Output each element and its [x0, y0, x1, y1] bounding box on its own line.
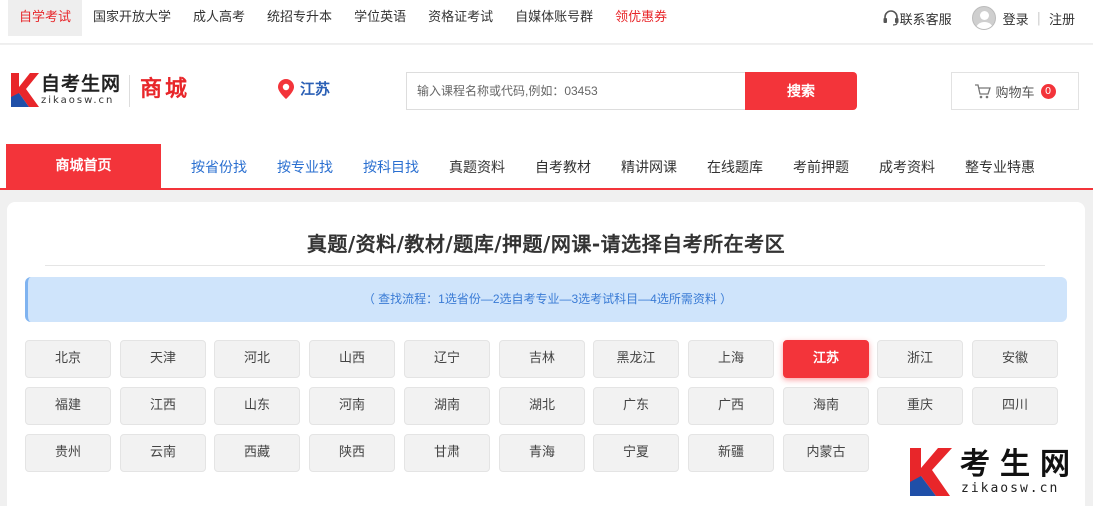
main-nav: 商城首页 按省份找 按专业找 按科目找 真题资料 自考教材 精讲网课 在线题库 考前押题 成考资…: [0, 144, 1093, 190]
province-button[interactable]: 浙江: [877, 340, 963, 378]
top-bar: 自学考试 国家开放大学 成人高考 统招专升本 学位英语 资格证考试 自媒体账号群 领优惠券 联…: [0, 0, 1093, 44]
mall-title: 商城: [140, 77, 191, 102]
province-button[interactable]: 安徽: [972, 340, 1058, 378]
customer-service-link[interactable]: 联系客服: [882, 9, 952, 28]
province-button[interactable]: 上海: [688, 340, 774, 378]
avatar[interactable]: [971, 6, 996, 30]
province-button[interactable]: 江西: [120, 387, 206, 425]
watermark-domain: zikaosw.cn: [961, 481, 1060, 496]
logo-domain: zikaosw.cn: [41, 95, 115, 106]
login-link[interactable]: 登录: [1003, 9, 1029, 28]
cart-button[interactable]: 购物车 0: [951, 72, 1079, 110]
province-button[interactable]: 甘肃: [404, 434, 490, 472]
province-label: 江苏: [300, 80, 331, 98]
top-links: 自学考试 国家开放大学 成人高考 统招专升本 学位英语 资格证考试 自媒体账号群 领优惠券: [8, 0, 678, 44]
province-button[interactable]: 北京: [25, 340, 111, 378]
cart-icon: [975, 83, 992, 98]
watermark-logo: 考生网 zikaosw.cn: [907, 448, 1087, 500]
province-button[interactable]: 新疆: [688, 434, 774, 472]
nav-item-7[interactable]: 考前押题: [778, 144, 864, 190]
province-button[interactable]: 四川: [972, 387, 1058, 425]
nav-item-4[interactable]: 自考教材: [520, 144, 606, 190]
province-button[interactable]: 河南: [309, 387, 395, 425]
search-bar: 搜索: [406, 72, 857, 110]
top-link-3[interactable]: 统招专升本: [256, 0, 343, 44]
province-button[interactable]: 西藏: [214, 434, 300, 472]
location-pin-icon: [278, 78, 294, 99]
site-logo[interactable]: 自考生网 zikaosw.cn 商城: [11, 73, 190, 107]
cart-count-badge: 0: [1040, 83, 1056, 99]
logo-k-icon: [11, 73, 39, 107]
account-area: 联系客服 登录 | 注册: [882, 0, 1075, 36]
province-button[interactable]: 吉林: [499, 340, 585, 378]
top-link-1[interactable]: 国家开放大学: [82, 0, 182, 44]
province-button[interactable]: 宁夏: [593, 434, 679, 472]
nav-item-6[interactable]: 在线题库: [692, 144, 778, 190]
nav-item-1[interactable]: 按专业找: [262, 144, 348, 190]
province-button[interactable]: 海南: [783, 387, 869, 425]
province-button[interactable]: 内蒙古: [783, 434, 869, 472]
header: 自考生网 zikaosw.cn 商城 江苏 搜索 购物车 0: [0, 45, 1093, 144]
province-button[interactable]: 山东: [214, 387, 300, 425]
province-button[interactable]: 江苏: [783, 340, 869, 378]
top-link-7[interactable]: 领优惠券: [604, 0, 678, 44]
province-button[interactable]: 广西: [688, 387, 774, 425]
nav-mall-home[interactable]: 商城首页: [6, 144, 161, 190]
search-button[interactable]: 搜索: [745, 72, 857, 110]
province-button[interactable]: 黑龙江: [593, 340, 679, 378]
top-link-0[interactable]: 自学考试: [8, 0, 83, 36]
search-flow-hint: （ 查找流程：1选省份—2选自考专业—3选考试科目—4选所需资料 ）: [25, 277, 1067, 322]
province-button[interactable]: 广东: [593, 387, 679, 425]
search-input[interactable]: [406, 72, 745, 110]
province-button[interactable]: 辽宁: [404, 340, 490, 378]
nav-item-8[interactable]: 成考资料: [864, 144, 950, 190]
top-link-4[interactable]: 学位英语: [343, 0, 417, 44]
logo-name: 自考生网: [41, 73, 122, 95]
province-button[interactable]: 青海: [499, 434, 585, 472]
nav-item-9[interactable]: 整专业特惠: [950, 144, 1050, 190]
cart-label: 购物车: [995, 85, 1035, 101]
nav-item-5[interactable]: 精讲网课: [606, 144, 692, 190]
divider: |: [1036, 10, 1041, 26]
province-button[interactable]: 云南: [120, 434, 206, 472]
logo-divider: [129, 75, 131, 107]
register-link[interactable]: 注册: [1049, 9, 1075, 28]
province-button[interactable]: 湖北: [499, 387, 585, 425]
province-button[interactable]: 重庆: [877, 387, 963, 425]
title-divider: [45, 265, 1045, 266]
nav-item-3[interactable]: 真题资料: [434, 144, 520, 190]
nav-item-2[interactable]: 按科目找: [348, 144, 434, 190]
page-title: 真题/资料/教材/题库/押题/网课-请选择自考所在考区: [306, 232, 786, 256]
nav-items: 按省份找 按专业找 按科目找 真题资料 自考教材 精讲网课 在线题库 考前押题 成考资料 整专业特…: [176, 144, 1050, 190]
watermark-k-icon: [910, 448, 952, 496]
nav-item-0[interactable]: 按省份找: [176, 144, 262, 190]
logo-text: 自考生网 zikaosw.cn: [41, 73, 121, 107]
province-button[interactable]: 天津: [120, 340, 206, 378]
province-button[interactable]: 福建: [25, 387, 111, 425]
top-link-2[interactable]: 成人高考: [182, 0, 256, 44]
top-link-6[interactable]: 自媒体账号群: [504, 0, 604, 44]
province-button[interactable]: 河北: [214, 340, 300, 378]
headset-icon: [883, 10, 899, 26]
province-button[interactable]: 湖南: [404, 387, 490, 425]
province-button[interactable]: 山西: [309, 340, 395, 378]
customer-service-label: 联系客服: [899, 12, 952, 28]
watermark-name: 考生网: [960, 447, 1080, 482]
province-button[interactable]: 贵州: [25, 434, 111, 472]
province-button[interactable]: 陕西: [309, 434, 395, 472]
province-selector[interactable]: 江苏: [278, 78, 330, 99]
top-link-5[interactable]: 资格证考试: [417, 0, 504, 44]
